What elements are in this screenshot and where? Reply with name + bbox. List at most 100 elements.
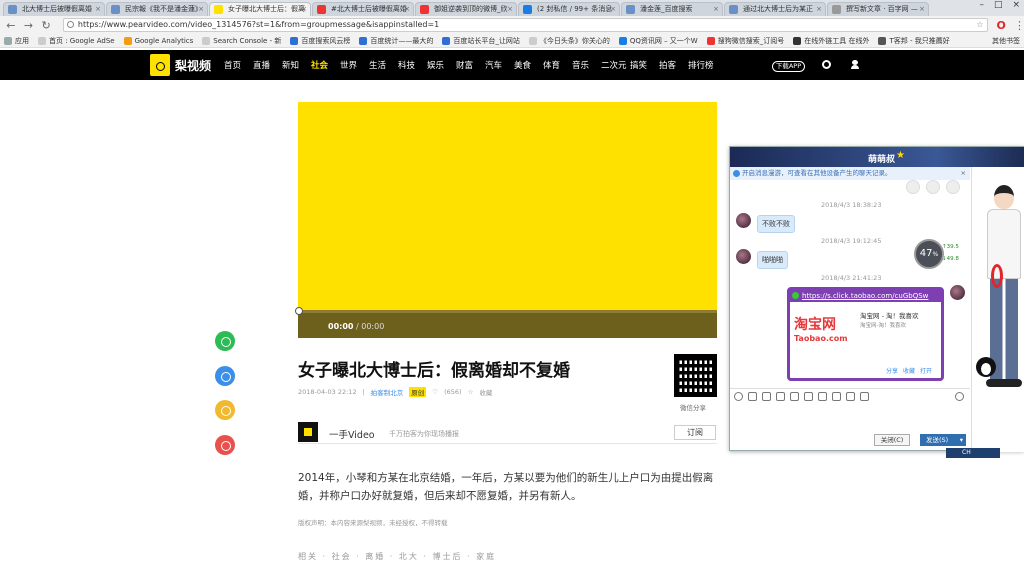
bookmark-item[interactable]: 首页 : Google AdSe (38, 36, 115, 46)
close-tab-icon[interactable]: × (919, 3, 925, 15)
favorite-icon[interactable]: ☆ (468, 388, 474, 396)
back-icon[interactable]: ← (6, 19, 16, 32)
chat-header[interactable]: 萌萌叔 ★ (730, 147, 1024, 167)
nav-item[interactable]: 社会 (311, 59, 340, 71)
bookmark-item[interactable]: 应用 (4, 36, 29, 46)
image-icon[interactable] (790, 392, 799, 401)
bookmark-item[interactable]: T客邦 - 我只推薦好 (878, 36, 950, 46)
nav-item[interactable]: 生活 (369, 59, 398, 71)
message-bubble[interactable]: 啪啪啪 (757, 251, 788, 269)
nav-item[interactable]: 二次元 (601, 59, 630, 71)
close-window-icon[interactable]: × (1012, 0, 1020, 10)
qzone-share-icon[interactable] (215, 400, 235, 420)
folder-icon[interactable] (776, 392, 785, 401)
video-player[interactable]: 00:00 / 00:00 (295, 102, 717, 338)
nav-item[interactable]: 体育 (543, 59, 572, 71)
browser-tab[interactable]: 御姐逆袭到顶的微博_欣 × (415, 2, 517, 16)
maximize-icon[interactable]: □ (994, 0, 1003, 10)
article-source[interactable]: 拍客制北京 (371, 387, 404, 397)
qq-share-icon[interactable] (215, 366, 235, 386)
close-tab-icon[interactable]: × (301, 3, 307, 15)
author-avatar[interactable] (298, 422, 318, 442)
avatar[interactable] (736, 213, 751, 228)
minimize-icon[interactable]: – (979, 0, 984, 10)
close-tab-icon[interactable]: × (713, 3, 719, 15)
nav-item[interactable]: 娱乐 (427, 59, 456, 71)
my-avatar[interactable] (950, 285, 965, 300)
voice-icon[interactable] (804, 392, 813, 401)
browser-tab[interactable]: 潘金莲_百度搜索 × (621, 2, 723, 16)
card-open-link[interactable]: 打开 (920, 366, 932, 375)
language-bar[interactable]: CH (946, 448, 1000, 458)
nav-item[interactable]: 排行榜 (688, 59, 717, 71)
subscribe-button[interactable]: 订阅 (674, 425, 716, 440)
reload-icon[interactable]: ↻ (41, 19, 51, 32)
close-chat-button[interactable]: 关闭(C) (874, 434, 910, 446)
send-button[interactable]: 发送(S) ▾ (920, 434, 966, 446)
nav-item[interactable]: 汽车 (485, 59, 514, 71)
bookmark-item[interactable]: 《今日头条》你关心的 (528, 36, 610, 46)
author-name[interactable]: 一手Video (329, 427, 375, 441)
browser-tab[interactable]: (2 封私信 / 99+ 条消息 × (518, 2, 620, 16)
close-tab-icon[interactable]: × (610, 3, 616, 15)
card-link[interactable]: https://s.click.taobao.com/cuGbQSw (790, 290, 941, 302)
card-share-link[interactable]: 分享 (886, 366, 898, 375)
bookmark-item[interactable]: 百度站长平台_让网站 (442, 36, 520, 46)
bookmark-item[interactable]: QQ资讯网 – 又一个W (618, 36, 698, 46)
gift-icon[interactable] (846, 392, 855, 401)
card-favorite-link[interactable]: 收藏 (903, 366, 915, 375)
other-bookmarks[interactable]: 其他书签 (992, 36, 1020, 46)
more-icon[interactable] (946, 180, 960, 194)
progress-bar[interactable] (295, 307, 717, 315)
nav-item[interactable]: 美食 (514, 59, 543, 71)
browser-tab[interactable]: 通过北大博士后为某正 × (724, 2, 826, 16)
browser-tab[interactable]: 撰写新文章 · 百字网 — × (827, 2, 929, 16)
screen-share-icon[interactable] (818, 392, 827, 401)
history-icon[interactable] (955, 392, 964, 401)
close-tab-icon[interactable]: × (198, 3, 204, 15)
browser-tab-active[interactable]: 女子曝北大博士后：假离 × (209, 2, 311, 16)
nav-item[interactable]: 直播 (253, 59, 282, 71)
nav-item[interactable]: 首页 (224, 59, 253, 71)
more-tools-icon[interactable] (860, 392, 869, 401)
progress-knob[interactable] (295, 307, 303, 315)
close-tab-icon[interactable]: × (507, 3, 513, 15)
bookmark-item[interactable]: 搜狗微信搜索_订阅号 (706, 36, 784, 46)
speed-gauge[interactable]: 47% (914, 239, 944, 269)
nav-item[interactable]: 搞笑 (630, 59, 659, 71)
video-call-icon[interactable] (926, 180, 940, 194)
user-icon[interactable] (851, 60, 859, 70)
scissors-icon[interactable] (762, 392, 771, 401)
bookmark-item[interactable]: 百度统计——最大的 (359, 36, 433, 46)
close-tab-icon[interactable]: × (404, 3, 410, 15)
forward-icon[interactable]: → (24, 19, 34, 32)
browser-tab[interactable]: 民宗報《我不是潘金蓮》 × (106, 2, 208, 16)
favorite-label[interactable]: 收藏 (479, 387, 492, 397)
search-icon[interactable] (822, 60, 831, 69)
bookmark-item[interactable]: Search Console - 新 (202, 36, 281, 46)
emoji-icon[interactable] (734, 392, 743, 401)
nav-item[interactable]: 世界 (340, 59, 369, 71)
nav-item[interactable]: 财富 (456, 59, 485, 71)
download-app-button[interactable]: 下载APP (772, 61, 805, 72)
browser-tab[interactable]: 北大博士后被曝假离婚 × (3, 2, 105, 16)
wechat-share-icon[interactable] (215, 331, 235, 351)
opera-icon[interactable]: O (996, 19, 1006, 32)
nav-item[interactable]: 拍客 (659, 59, 688, 71)
menu-icon[interactable]: ⋮ (1014, 19, 1024, 32)
message-bubble[interactable]: 不败不败 (757, 215, 795, 233)
browser-tab[interactable]: #北大博士后被曝假离婚 × (312, 2, 414, 16)
close-tab-icon[interactable]: × (816, 3, 822, 15)
link-card[interactable]: https://s.click.taobao.com/cuGbQSw 淘宝网 T… (787, 287, 944, 381)
nav-item[interactable]: 音乐 (572, 59, 601, 71)
close-tab-icon[interactable]: × (95, 3, 101, 15)
nav-item[interactable]: 新知 (282, 59, 311, 71)
calendar-icon[interactable] (832, 392, 841, 401)
address-input[interactable]: https://www.pearvideo.com/video_1314576?… (62, 18, 989, 32)
bookmark-item[interactable]: Google Analytics (123, 36, 193, 45)
chevron-down-icon[interactable]: ▾ (960, 434, 963, 446)
close-notice-icon[interactable]: × (961, 167, 966, 180)
weibo-share-icon[interactable] (215, 435, 235, 455)
bookmark-item[interactable]: 在线外链工具 在线外 (793, 36, 869, 46)
nav-item[interactable]: 科技 (398, 59, 427, 71)
